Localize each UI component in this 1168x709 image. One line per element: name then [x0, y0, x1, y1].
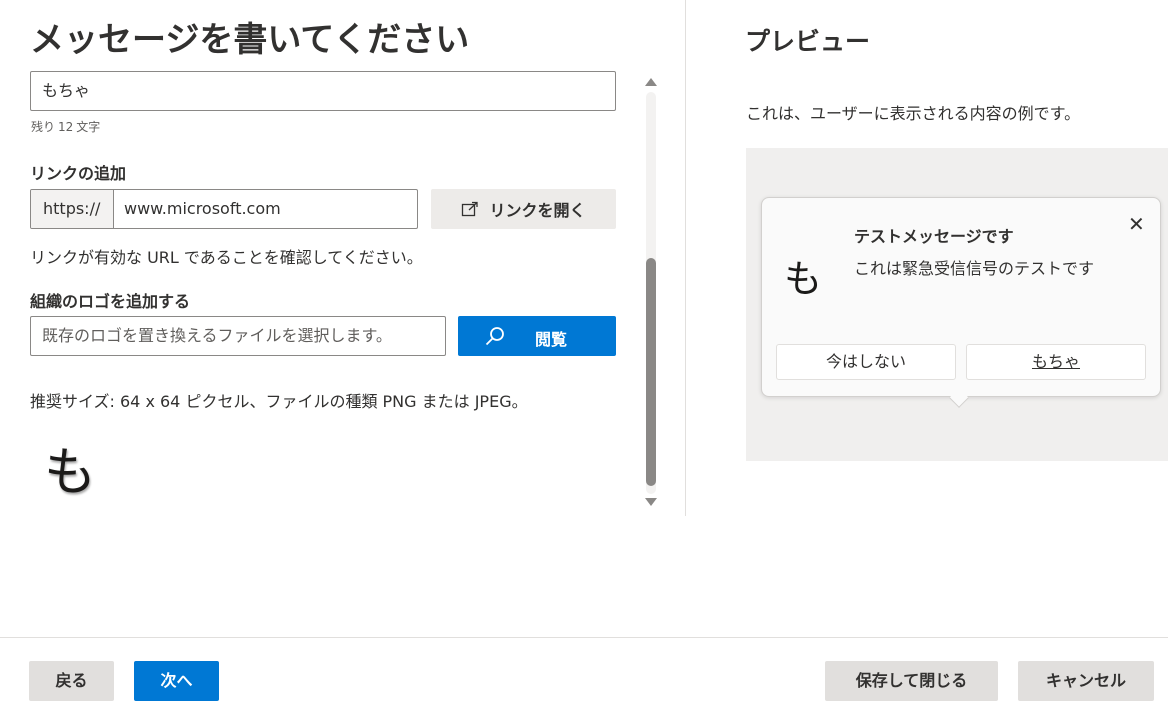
next-button[interactable]: 次へ [134, 661, 219, 701]
form-scrollbar[interactable] [644, 78, 658, 510]
browse-label: 閲覧 [535, 330, 568, 349]
link-hint: リンクが有効な URL であることを確認してください。 [30, 248, 423, 267]
scroll-down-arrow-icon[interactable] [645, 498, 657, 506]
remaining-characters: 残り 12 文字 [31, 118, 103, 135]
page-title: メッセージを書いてください [30, 20, 470, 60]
save-and-close-button[interactable]: 保存して閉じる [825, 661, 998, 701]
notification-card: も テストメッセージです これは緊急受信信号のテストです ✕ 今はしない もちゃ [761, 197, 1161, 408]
back-button[interactable]: 戻る [29, 661, 114, 701]
logo-file-input[interactable]: 既存のロゴを置き換えるファイルを選択します。 [30, 316, 446, 356]
remaining-label: 残り [31, 120, 56, 134]
preview-title: プレビュー [745, 27, 871, 56]
preview-description: これは、ユーザーに表示される内容の例です。 [746, 104, 1081, 123]
logo-section-label: 組織のロゴを追加する [30, 292, 191, 311]
logo-preview-image: も [44, 443, 97, 503]
remaining-count: 12 [58, 120, 74, 134]
not-now-button[interactable]: 今はしない [776, 344, 956, 380]
browse-button[interactable]: 閲覧 [458, 316, 616, 356]
scroll-up-arrow-icon[interactable] [645, 78, 657, 86]
message-input[interactable]: もちゃ [30, 71, 616, 111]
url-prefix: https:// [31, 190, 114, 228]
footer-divider [0, 637, 1168, 638]
logo-size-note: 推奨サイズ: 64 x 64 ピクセル、ファイルの種類 PNG または JPEG… [30, 392, 528, 411]
scroll-thumb[interactable] [646, 258, 656, 486]
remaining-unit: 文字 [76, 120, 101, 134]
close-icon[interactable]: ✕ [1128, 214, 1145, 234]
cancel-button[interactable]: キャンセル [1018, 661, 1154, 701]
url-input[interactable]: www.microsoft.com [114, 190, 417, 228]
external-link-icon [462, 201, 479, 217]
search-icon [485, 327, 504, 346]
card-action-button[interactable]: もちゃ [966, 344, 1146, 380]
card-title: テストメッセージです [854, 227, 1014, 246]
url-field[interactable]: https:// www.microsoft.com [30, 189, 418, 229]
link-section-label: リンクの追加 [30, 164, 127, 183]
card-logo: も [784, 257, 823, 301]
open-link-label: リンクを開く [489, 201, 586, 220]
open-link-button[interactable]: リンクを開く [431, 189, 616, 229]
card-body: これは緊急受信信号のテストです [854, 259, 1095, 278]
message-form: もちゃ 残り 12 文字 リンクの追加 https:// www.microsoft… [30, 70, 630, 515]
panel-divider [685, 0, 686, 516]
